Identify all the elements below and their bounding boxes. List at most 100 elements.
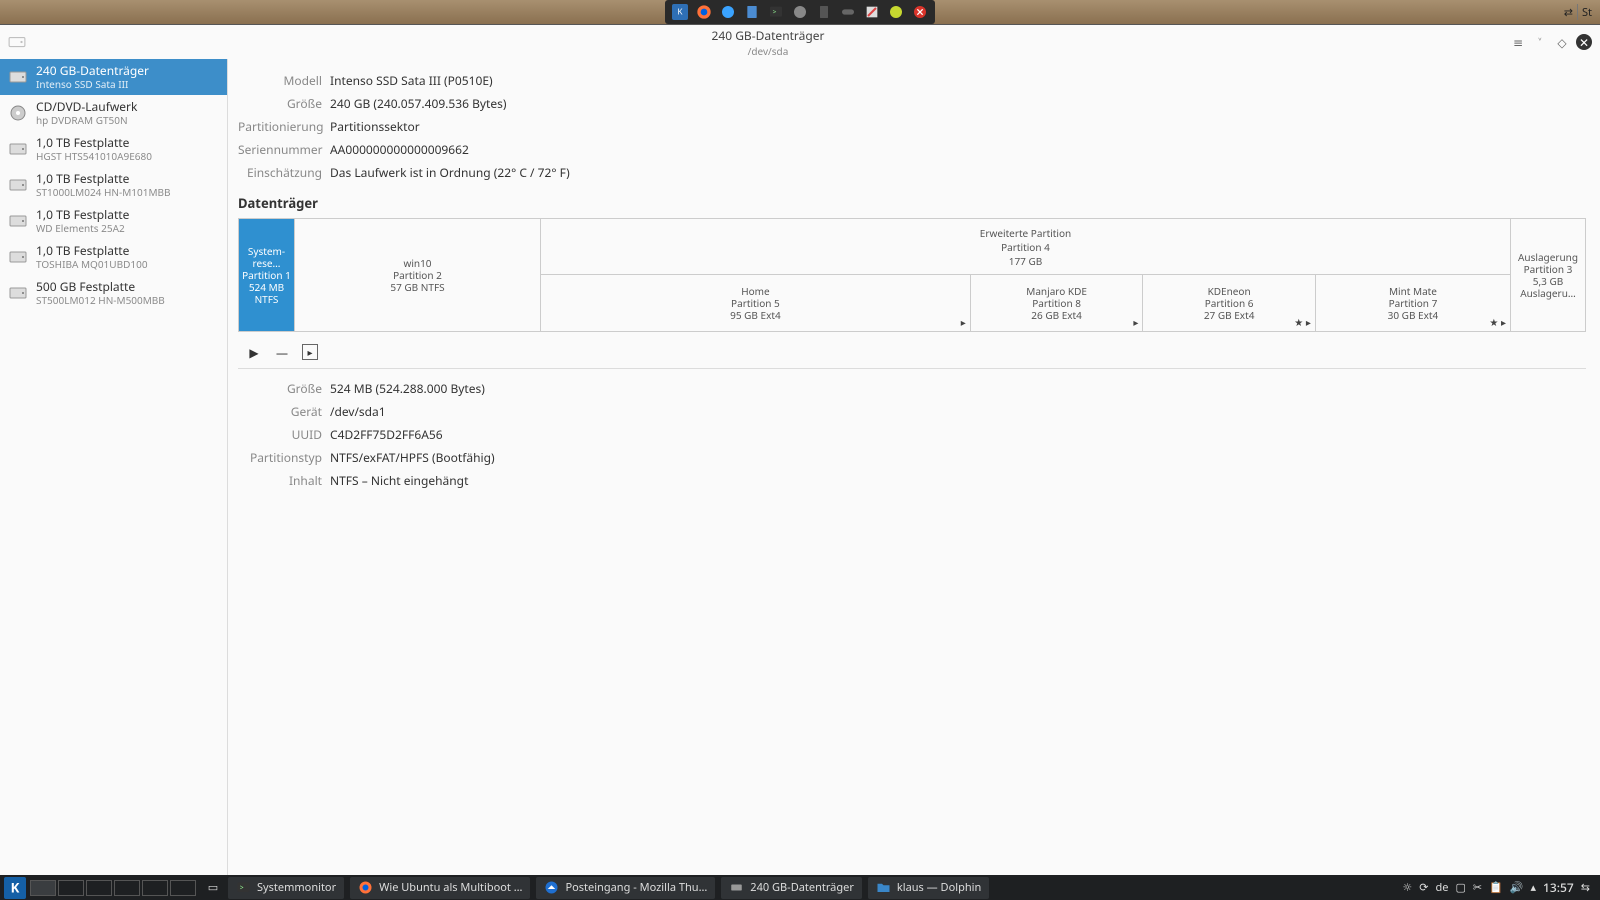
device-name: 1,0 TB Festplatte [36, 207, 219, 222]
display-icon[interactable]: ▢ [1455, 880, 1465, 895]
keyboard-layout-indicator[interactable]: de [1436, 880, 1449, 895]
scissors-icon[interactable]: ✂ [1473, 880, 1482, 895]
kde-launcher[interactable]: K [4, 877, 26, 899]
detail-value: NTFS/exFAT/HPFS (Bootfähig) [330, 449, 495, 466]
taskbar-app-label: klaus — Dolphin [897, 880, 981, 895]
maximize-button[interactable]: ◇ [1554, 34, 1570, 50]
disks-icon [729, 880, 744, 895]
svg-text:K: K [678, 7, 683, 18]
device-name: CD/DVD-Laufwerk [36, 99, 219, 114]
device-model: hp DVDRAM GT50N [36, 114, 219, 127]
terminal-icon[interactable]: > [765, 2, 787, 22]
partition-8[interactable]: Manjaro KDE Partition 8 26 GB Ext4 ▸ [971, 275, 1144, 331]
optical-drive-icon [8, 103, 28, 123]
extended-partition[interactable]: Erweiterte Partition Partition 4 177 GB … [541, 219, 1511, 331]
partition-3[interactable]: Auslagerung Partition 3 5,3 GB Auslageru… [1511, 219, 1585, 331]
detail-value: C4D2FF75D2FF6A56 [330, 426, 443, 443]
terminal-icon: > [236, 880, 251, 895]
hdd-icon [8, 67, 28, 87]
window-title: 240 GB-Datenträger [26, 27, 1510, 44]
hamburger-menu-icon[interactable]: ≡ [1510, 34, 1526, 50]
panel-settings-icon[interactable]: ⇆ [1581, 880, 1590, 895]
info-value: Intenso SSD Sata III (P0510E) [330, 72, 493, 89]
bottom-taskbar: K ▭ > Systemmonitor Wie Ubuntu als Multibo… [0, 875, 1600, 900]
device-sidebar: 240 GB-DatenträgerIntenso SSD Sata IIICD… [0, 59, 228, 875]
window-titlebar: 240 GB-Datenträger /dev/sda ≡ ˅ ◇ ✕ [0, 25, 1600, 59]
taskbar-app-1[interactable]: Wie Ubuntu als Multiboot … [350, 877, 530, 899]
top-panel-label: St [1582, 5, 1592, 20]
sidebar-device-2[interactable]: 1,0 TB FestplatteHGST HTS541010A9E680 [0, 131, 227, 167]
volume-icon[interactable]: 🔊 [1510, 880, 1524, 895]
device-name: 1,0 TB Festplatte [36, 135, 219, 150]
sidebar-device-5[interactable]: 1,0 TB FestplatteTOSHIBA MQ01UBD100 [0, 239, 227, 275]
partition-detail: Größe524 MB (524.288.000 Bytes)Gerät/dev… [238, 368, 1586, 492]
info-label: Partitionierung [238, 118, 330, 135]
disks-window: 240 GB-Datenträger /dev/sda ≡ ˅ ◇ ✕ 240 … [0, 25, 1600, 875]
chat-icon[interactable] [717, 2, 739, 22]
updates-icon[interactable]: ⟳ [1419, 880, 1428, 895]
paint-icon[interactable] [885, 2, 907, 22]
sidebar-device-0[interactable]: 240 GB-DatenträgerIntenso SSD Sata III [0, 59, 227, 95]
more-actions-button[interactable]: ▸ [302, 344, 318, 360]
brightness-icon[interactable]: ☼ [1402, 880, 1412, 895]
partition-6[interactable]: KDEneon Partition 6 27 GB Ext4 ★ ▸ [1143, 275, 1316, 331]
svg-text:>: > [773, 7, 777, 16]
partition-2[interactable]: win10 Partition 2 57 GB NTFS [295, 219, 541, 331]
sidebar-device-6[interactable]: 500 GB FestplatteST500LM012 HN-M500MBB [0, 275, 227, 311]
taskbar-app-2[interactable]: Posteingang - Mozilla Thu… [536, 877, 715, 899]
detail-label: Gerät [238, 403, 330, 420]
delete-button[interactable]: — [274, 344, 290, 360]
taskbar-app-label: Systemmonitor [257, 880, 336, 895]
mount-play-button[interactable]: ▶ [246, 344, 262, 360]
hdd-icon [8, 139, 28, 159]
partition-1[interactable]: System-rese… Partition 1 524 MB NTFS [239, 219, 295, 331]
detail-value: /dev/sda1 [330, 403, 386, 420]
clock[interactable]: 13:57 [1543, 879, 1574, 896]
kde-menu-icon[interactable]: K [669, 2, 691, 22]
drive-icon[interactable] [8, 33, 26, 51]
sidebar-device-1[interactable]: CD/DVD-Laufwerkhp DVDRAM GT50N [0, 95, 227, 131]
partition-toolbar: ▶ — ▸ [238, 342, 1586, 368]
svg-text:K: K [11, 878, 20, 896]
close-icon[interactable] [909, 2, 931, 22]
clipboard-icon[interactable]: 📋 [1489, 880, 1503, 895]
device-model: WD Elements 25A2 [36, 222, 219, 235]
taskbar-app-4[interactable]: klaus — Dolphin [868, 877, 989, 899]
taskbar-app-0[interactable]: > Systemmonitor [228, 877, 344, 899]
expand-tray-icon[interactable]: ▴ [1531, 880, 1537, 895]
info-value: 240 GB (240.057.409.536 Bytes) [330, 95, 506, 112]
detail-label: Inhalt [238, 472, 330, 489]
minimize-button[interactable]: ˅ [1532, 34, 1548, 50]
firefox-icon[interactable] [693, 2, 715, 22]
virtual-desktops[interactable] [30, 880, 196, 896]
top-desktop-panel: K > ⇄ St [0, 0, 1600, 25]
device-name: 1,0 TB Festplatte [36, 243, 219, 258]
close-button[interactable]: ✕ [1576, 34, 1592, 50]
sidebar-device-3[interactable]: 1,0 TB FestplatteST1000LM024 HN-M101MBB [0, 167, 227, 203]
controller-icon[interactable] [837, 2, 859, 22]
info-label: Einschätzung [238, 164, 330, 181]
thunderbird-icon [544, 880, 559, 895]
partition-map[interactable]: System-rese… Partition 1 524 MB NTFS win… [238, 218, 1586, 332]
taskbar-app-label: 240 GB-Datenträger [750, 880, 854, 895]
hdd-icon [8, 247, 28, 267]
hdd-icon [8, 283, 28, 303]
info-value: Partitionssektor [330, 118, 420, 135]
calculator-icon[interactable] [813, 2, 835, 22]
globe-icon[interactable] [789, 2, 811, 22]
detail-value: 524 MB (524.288.000 Bytes) [330, 380, 485, 397]
info-value: Das Laufwerk ist in Ordnung (22° C / 72°… [330, 164, 570, 181]
partition-5[interactable]: Home Partition 5 95 GB Ext4 ▸ [541, 275, 971, 331]
info-value: AA000000000000009662 [330, 141, 469, 158]
sidebar-device-4[interactable]: 1,0 TB FestplatteWD Elements 25A2 [0, 203, 227, 239]
notes-icon[interactable] [741, 2, 763, 22]
settings-sliders-icon[interactable]: ⇄ [1564, 5, 1573, 20]
info-label: Seriennummer [238, 141, 330, 158]
show-desktop-icon[interactable]: ▭ [204, 880, 222, 895]
device-name: 240 GB-Datenträger [36, 63, 219, 78]
detail-label: UUID [238, 426, 330, 443]
editor-icon[interactable] [861, 2, 883, 22]
taskbar-app-3[interactable]: 240 GB-Datenträger [721, 877, 862, 899]
top-tray: K > [665, 0, 935, 24]
partition-7[interactable]: Mint Mate Partition 7 30 GB Ext4 ★ ▸ [1316, 275, 1510, 331]
